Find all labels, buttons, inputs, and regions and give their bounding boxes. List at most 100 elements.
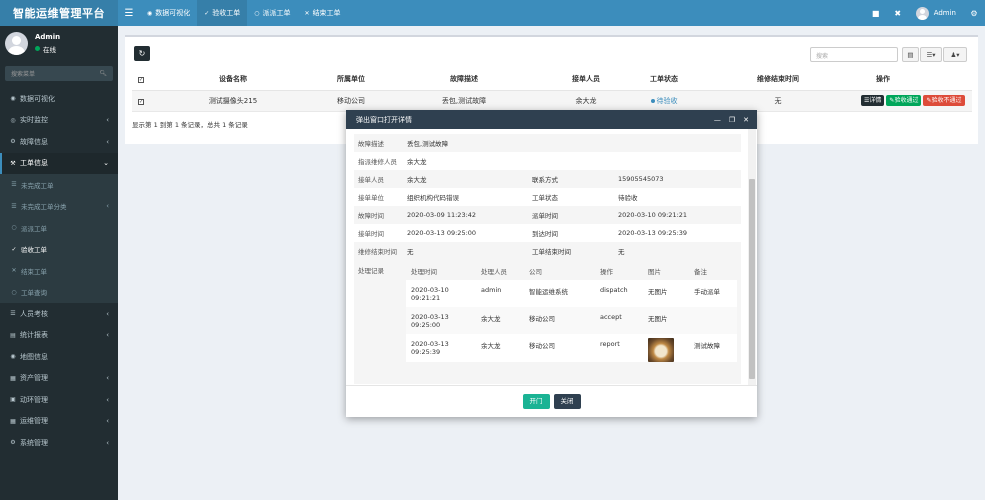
table-row: ✓ 测试摄像头215 移动公司 丢包,测试故障 余大龙 待验收 无 ☰详情 ✎验收… (132, 90, 972, 112)
field-label: 联系方式 (528, 170, 614, 188)
refresh-button[interactable]: ↻ (134, 46, 150, 61)
sidebar-subitem-unfinished[interactable]: ☰ 未完成工单 (0, 174, 118, 196)
power-icon: ▣ (10, 396, 16, 404)
chevron-left-icon: ‹ (106, 137, 109, 146)
sidebar-subitem-unfinished-category[interactable]: ☰ 未完成工单分类 ‹ (0, 196, 118, 218)
modal-footer: 开门 关闭 (346, 385, 757, 417)
sidebar-item-asset[interactable]: ▦ 资产管理 ‹ (0, 368, 118, 390)
menu-toggle-icon[interactable]: ☰ (118, 0, 140, 26)
sidebar-item-staff[interactable]: ☰ 人员考核 ‹ (0, 303, 118, 325)
column-header[interactable]: 所属单位 (316, 69, 386, 91)
circle-icon: ○ (11, 288, 17, 296)
chevron-left-icon: ‹ (106, 202, 109, 211)
trash-icon[interactable]: ■ (865, 9, 887, 18)
chevron-left-icon: ‹ (106, 309, 109, 318)
field-value: 2020-03-09 11:23:42 (403, 206, 528, 224)
detail-row: 故障时间 2020-03-09 11:23:42 派单时间 2020-03-10… (354, 206, 741, 224)
fullscreen-icon[interactable]: ✖ (887, 9, 909, 18)
search-icon[interactable]: 🔍︎ (99, 70, 107, 77)
sidebar-subitem-query[interactable]: ○ 工单查询 (0, 282, 118, 304)
check-icon: ✓ (204, 9, 210, 17)
user-panel: Admin 在线 (0, 26, 118, 60)
asset-icon: ▦ (10, 374, 16, 382)
modal-scrollbar[interactable] (748, 129, 756, 385)
dashboard-icon: ◉ (147, 9, 153, 17)
close-icon[interactable]: ✕ (743, 116, 749, 124)
pagination-info: 显示第 1 到第 1 条记录，总共 1 条记录 (132, 121, 248, 129)
maximize-icon[interactable]: ❐ (729, 116, 735, 124)
field-value: 15905545073 (614, 170, 741, 188)
user-name: Admin (35, 32, 61, 41)
sidebar-item-dashboard[interactable]: ◉ 数据可视化 (0, 88, 118, 110)
column-header[interactable]: 维修结束时间 (698, 69, 858, 91)
detail-table: 故障描述 丢包,测试故障 指派维修人员 余大龙 接单人员 余大龙 联系方式 15… (354, 134, 741, 260)
field-value: 2020-03-13 09:25:39 (618, 229, 688, 237)
circle-icon: ○ (11, 224, 17, 232)
sidebar-subitem-finished[interactable]: ✕ 结束工单 (0, 260, 118, 282)
field-value: 2020-03-13 09:25:00 (407, 229, 477, 237)
accept-pass-button[interactable]: ✎验收通过 (886, 95, 922, 106)
select-all-checkbox[interactable]: ✓ (138, 77, 144, 84)
dashboard-icon: ◉ (10, 95, 16, 103)
sidebar-item-power[interactable]: ▣ 动环管理 ‹ (0, 389, 118, 411)
field-label: 指派维修人员 (358, 158, 397, 166)
column-header[interactable]: 接单人员 (542, 69, 630, 91)
open-door-button[interactable]: 开门 (522, 394, 550, 409)
field-value: 丢包,测试故障 (403, 134, 741, 152)
table-row: 2020-03-10 09:21:21 admin 智能运维系统 dispatch… (411, 286, 720, 302)
avatar (915, 6, 929, 20)
column-header[interactable]: 设备名称 (150, 69, 316, 91)
row-checkbox[interactable]: ✓ (138, 98, 144, 105)
tab-accept[interactable]: ✓ 验收工单 (197, 0, 248, 26)
list-icon: ▤ (907, 50, 914, 59)
tab-dashboard[interactable]: ◉ 数据可视化 (140, 0, 197, 26)
refresh-icon: ↻ (138, 49, 146, 58)
modal-header[interactable]: 弹出窗口打开详情 — ❐ ✕ (346, 110, 757, 129)
chevron-left-icon: ‹ (106, 331, 109, 340)
field-value: 无 (403, 242, 528, 260)
sidebar-subitem-dispatch[interactable]: ○ 派派工单 (0, 217, 118, 239)
close-button[interactable]: 关闭 (553, 394, 581, 409)
user-status: 在线 (35, 44, 60, 54)
detail-button[interactable]: ☰详情 (861, 95, 885, 106)
modal-body[interactable]: 故障描述 丢包,测试故障 指派维修人员 余大龙 接单人员 余大龙 联系方式 15… (346, 129, 757, 385)
sidebar: 智能运维管理平台 Admin 在线 搜索菜单 🔍︎ ◉ 数据可视化 ◎ 实时监控 ‹ … (0, 0, 118, 500)
sidebar-item-system[interactable]: ⚙ 系统管理 ‹ (0, 432, 118, 454)
check-icon: ✓ (11, 245, 17, 253)
sidebar-item-report[interactable]: ▤ 统计报表 ‹ (0, 325, 118, 347)
sidebar-item-ops[interactable]: ▦ 运维管理 ‹ (0, 411, 118, 433)
scrollbar-thumb[interactable] (749, 179, 755, 379)
sidebar-subitem-accept[interactable]: ✓ 验收工单 (0, 239, 118, 261)
toggle-view-button[interactable]: ▤ (902, 47, 919, 62)
field-value: 2020-03-10 09:21:21 (614, 206, 741, 224)
field-label: 故障时间 (354, 206, 403, 224)
sidebar-item-map[interactable]: ◉ 地图信息 (0, 346, 118, 368)
tab-dispatch[interactable]: ○ 派派工单 (247, 0, 297, 26)
cell-fault: 丢包,测试故障 (386, 90, 542, 112)
sidebar-search-input[interactable]: 搜索菜单 🔍︎ (5, 66, 113, 81)
sidebar-item-monitor[interactable]: ◎ 实时监控 ‹ (0, 110, 118, 132)
column-header[interactable]: 工单状态 (630, 69, 698, 91)
detail-row: 故障描述 丢包,测试故障 (354, 134, 741, 152)
header-user-menu[interactable]: Admin (909, 6, 963, 20)
field-label: 派单时间 (528, 206, 614, 224)
monitor-icon: ◎ (10, 116, 16, 124)
sidebar-item-fault[interactable]: ⚙ 故障信息 ‹ (0, 131, 118, 153)
chevron-left-icon: ‹ (106, 417, 109, 426)
export-button[interactable]: ♟▾ (943, 47, 967, 62)
records-table: 处理时间 处理人员 公司 操作 图片 备注 2020-03-10 09:21:21… (406, 262, 737, 362)
column-header: 操作 (858, 69, 972, 91)
field-value: 余大龙 (407, 158, 427, 166)
status-dot-icon (650, 98, 655, 103)
sidebar-item-workorder[interactable]: ⚒ 工单信息 ⌄ (0, 152, 118, 174)
minimize-icon[interactable]: — (714, 116, 721, 124)
record-thumbnail-image[interactable] (648, 338, 674, 362)
settings-icon[interactable]: ⚙ (963, 9, 985, 18)
accept-fail-button[interactable]: ✎验收不通过 (923, 95, 965, 106)
tab-finished[interactable]: ✕ 结束工单 (298, 0, 348, 26)
table-search-input[interactable]: 搜索 (810, 47, 898, 62)
app-title[interactable]: 智能运维管理平台 (0, 0, 118, 26)
top-header: ☰ ◉ 数据可视化 ✓ 验收工单 ○ 派派工单 ✕ 结束工单 ■ ✖ Admin ⚙ (118, 0, 985, 26)
column-header[interactable]: 故障描述 (386, 69, 542, 91)
columns-button[interactable]: ☰▾ (920, 47, 942, 62)
